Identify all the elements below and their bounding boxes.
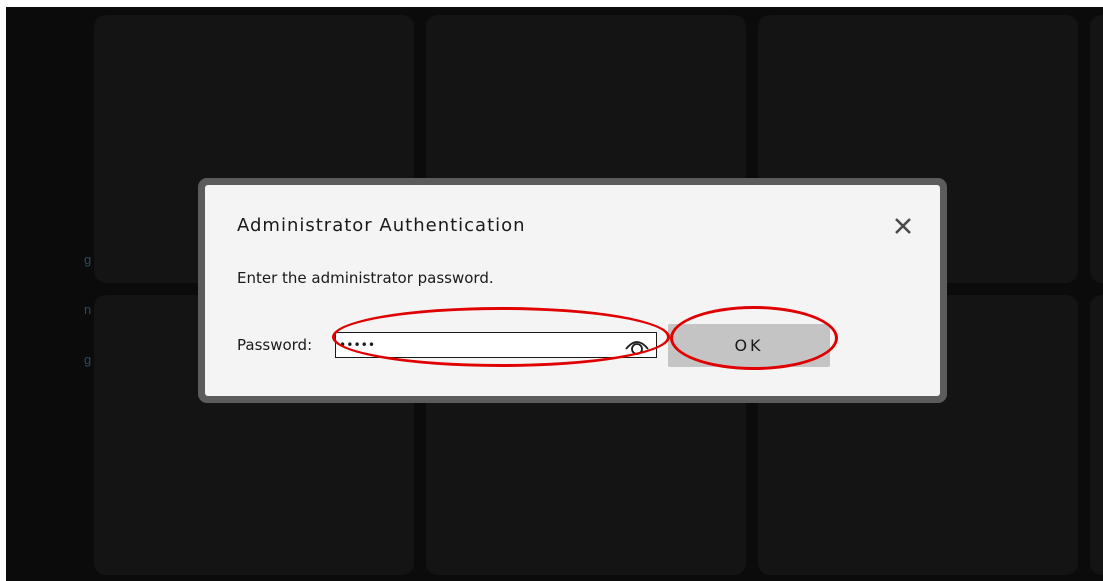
auth-dialog: Administrator Authentication Enter the a… [205, 185, 940, 396]
eye-icon [625, 341, 649, 355]
background-tile [1090, 295, 1103, 575]
background-side-text: n [84, 302, 92, 317]
password-label: Password: [237, 336, 313, 354]
password-input[interactable] [336, 333, 619, 356]
background-side-text: g [84, 352, 92, 367]
background-side-text: g [84, 252, 92, 267]
close-icon [895, 218, 911, 234]
background-tile [1090, 15, 1103, 283]
dialog-title: Administrator Authentication [237, 215, 526, 236]
auth-dialog-frame: Administrator Authentication Enter the a… [198, 178, 947, 403]
password-field [335, 332, 657, 358]
ok-button[interactable]: OK [668, 324, 830, 367]
close-button[interactable] [888, 211, 918, 241]
show-password-toggle[interactable] [624, 334, 650, 356]
dialog-message: Enter the administrator password. [237, 269, 494, 287]
